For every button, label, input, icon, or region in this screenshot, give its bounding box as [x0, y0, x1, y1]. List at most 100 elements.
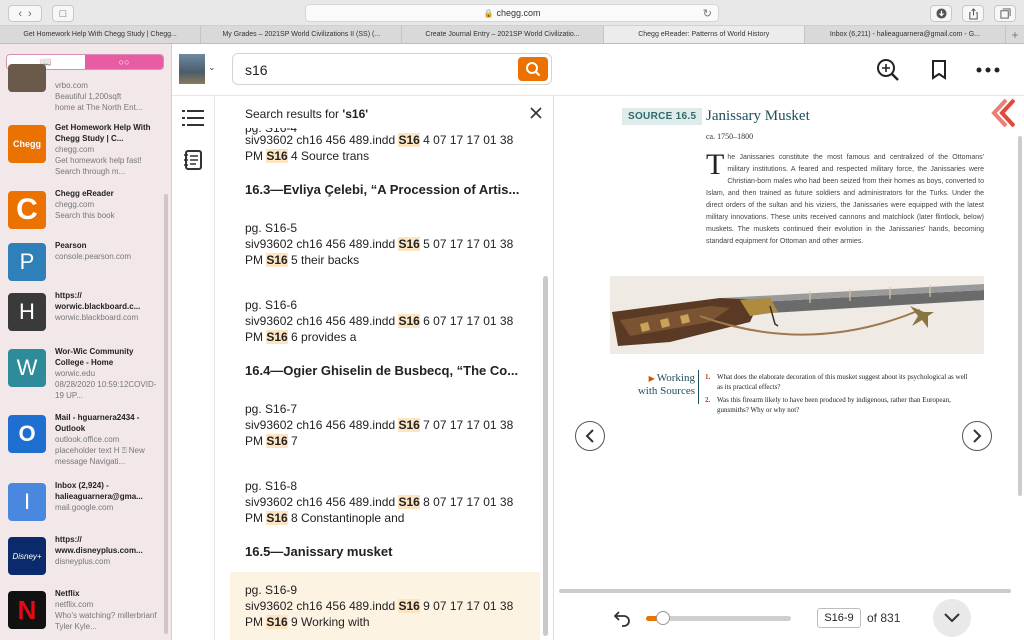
share-button[interactable]: [962, 5, 984, 22]
tabs-overview-button[interactable]: [994, 5, 1016, 22]
tab-gmail-inbox[interactable]: Inbox (6,211) - halieaguarnera@gmail.com…: [805, 26, 1007, 43]
result-item[interactable]: pg. S16-6 siv93602 ch16 456 489.indd S16…: [245, 297, 535, 345]
source-date: ca. 1750–1800: [706, 132, 754, 141]
result-text-part: 7 07 17 17 01 38: [419, 418, 514, 432]
search-input[interactable]: [245, 61, 495, 79]
reload-icon[interactable]: ↻: [703, 7, 712, 20]
reading-list-tab[interactable]: ○○: [85, 55, 163, 69]
result-text: siv93602 ch16 456 489.indd S16 9 07 17 1…: [245, 598, 525, 614]
reading-list-item-chegg-study[interactable]: Chegg Get Homework Help With Chegg Study…: [8, 122, 162, 182]
results-scrollbar[interactable]: [543, 276, 548, 636]
result-highlight: S16: [266, 253, 288, 267]
result-item[interactable]: pg. S16-5 siv93602 ch16 456 489.indd S16…: [245, 220, 535, 268]
heading-prefix: Search results for: [245, 107, 343, 121]
reading-list-item-chegg-ereader[interactable]: C Chegg eReader chegg.com Search this bo…: [8, 188, 162, 248]
page-vertical-scrollbar[interactable]: [1018, 136, 1022, 496]
forward-icon[interactable]: ›: [28, 8, 32, 20]
item-title: Chegg eReader: [55, 189, 114, 198]
scroll-down-button[interactable]: [933, 599, 971, 637]
item-desc: Who's watching? millerbrianf Tyler Kyle.…: [55, 611, 157, 631]
result-section-heading[interactable]: 16.3—Evliya Çelebi, “A Procession of Art…: [245, 182, 535, 197]
go-back-button[interactable]: [613, 609, 631, 627]
tab-my-grades[interactable]: My Grades – 2021SP World Civilizations I…: [201, 26, 403, 43]
worwic-w-icon: W: [8, 349, 46, 387]
wws-line-1: ▶ Working: [625, 372, 695, 385]
reading-list-item-vrbo[interactable]: vrbo.com Beautiful 1,200sqft home at The…: [8, 64, 162, 116]
reading-list-item-blackboard[interactable]: H https:// worwic.blackboard.c... worwic…: [8, 290, 162, 350]
item-url: disneyplus.com: [55, 557, 111, 566]
glasses-icon: ○○: [118, 57, 130, 67]
book-cover-thumbnail[interactable]: [179, 54, 205, 84]
result-text-part: 5 07 17 17 01 38: [419, 237, 514, 251]
item-desc: Search this book: [55, 211, 115, 220]
sidebar-icon: □: [59, 7, 67, 20]
page-horizontal-scrollbar[interactable]: [559, 589, 1011, 593]
reading-list-item-outlook[interactable]: O Mail - hguarnera2434 - Outlook outlook…: [8, 412, 162, 476]
previous-page-button[interactable]: [575, 421, 605, 451]
bookmark-button[interactable]: [927, 58, 951, 82]
undo-arrow-icon: [613, 611, 630, 627]
back-icon[interactable]: ‹: [18, 8, 22, 20]
item-url: worwic.blackboard.com: [55, 313, 139, 322]
tab-chegg-ereader[interactable]: Chegg eReader: Patterns of World History: [603, 26, 805, 43]
result-text-part: 9 Working with: [287, 615, 370, 629]
item-desc: placeholder text H ⍰ New message Navigat…: [55, 446, 145, 466]
progress-knob[interactable]: [656, 611, 671, 625]
page-number-input[interactable]: S16-9: [817, 608, 861, 628]
source-title: Janissary Musket: [706, 108, 810, 124]
reading-list-item-disneyplus[interactable]: Disney+ https:// www.disneyplus.com... d…: [8, 534, 162, 594]
musket-image: [610, 276, 984, 354]
result-item[interactable]: pg. S16-7 siv93602 ch16 456 489.indd S16…: [245, 401, 535, 449]
result-text: siv93602 ch16 456 489.indd S16 7 07 17 1…: [245, 417, 535, 433]
tab-chegg-study[interactable]: Get Homework Help With Chegg Study | Che…: [0, 26, 202, 43]
musket-illustration: [610, 276, 984, 354]
reading-list-item-worwic[interactable]: W Wor-Wic Community College - Home worwi…: [8, 346, 162, 410]
address-url: chegg.com: [496, 8, 541, 18]
table-of-contents-button[interactable]: [182, 108, 204, 130]
result-item-selected[interactable]: pg. S16-9 siv93602 ch16 456 489.indd S16…: [230, 572, 540, 640]
result-highlight: S16: [398, 599, 420, 613]
item-desc: 08/28/2020 10:59:12COVID-19 UP...: [55, 380, 157, 400]
search-button[interactable]: [518, 57, 548, 81]
bookmark-icon: [932, 60, 946, 80]
result-text: PM S16 8 Constantinople and: [245, 510, 535, 526]
result-item[interactable]: pg. S16-8 siv93602 ch16 456 489.indd S16…: [245, 478, 535, 526]
source-body-text: he Janissaries constitute the most famou…: [706, 154, 984, 245]
chevron-left-icon: [585, 429, 594, 443]
vrbo-thumbnail: [8, 64, 46, 92]
new-tab-button[interactable]: +: [1006, 26, 1024, 43]
sidebar-scrollbar[interactable]: [164, 194, 168, 634]
item-desc-2: home at The North Ent...: [55, 103, 143, 112]
result-page: pg. S16-9: [245, 583, 298, 597]
question-number: 1.: [705, 373, 711, 381]
reading-list-item-netflix[interactable]: N Netflix netflix.com Who's watching? mi…: [8, 588, 162, 640]
address-bar[interactable]: 🔒 chegg.com ↻: [305, 4, 719, 22]
reading-list-item-gmail[interactable]: I Inbox (2,924) - halieaguarnera@gma... …: [8, 480, 162, 540]
more-options-button[interactable]: [976, 58, 1000, 82]
sidebar-toggle-button[interactable]: □: [52, 5, 74, 22]
tab-journal-entry[interactable]: Create Journal Entry – 2021SP World Civi…: [402, 26, 604, 43]
browser-toolbar: ‹ › □ 🔒 chegg.com ↻: [0, 0, 1024, 26]
question-number: 2.: [705, 396, 711, 404]
result-section-heading[interactable]: 16.4—Ogier Ghiselin de Busbecq, “The Co.…: [245, 363, 535, 378]
item-title: Wor-Wic Community College - Home: [55, 347, 134, 367]
chevron-down-icon[interactable]: ⌄: [208, 62, 216, 73]
result-section-heading[interactable]: 16.5—Janissary musket: [245, 544, 535, 559]
result-highlight: S16: [266, 615, 288, 629]
notes-button[interactable]: [182, 149, 204, 171]
result-item[interactable]: siv93602 ch16 456 489.indd S16 4 07 17 1…: [245, 132, 535, 164]
wws-line-1-text: Working: [656, 372, 695, 384]
question-text: What does the elaborate decoration of th…: [717, 373, 968, 391]
downloads-button[interactable]: [930, 5, 952, 22]
zoom-button[interactable]: [876, 58, 900, 82]
netflix-n-icon: N: [8, 591, 46, 629]
close-results-button[interactable]: [529, 106, 543, 120]
item-title: Pearson: [55, 241, 87, 250]
back-forward-buttons[interactable]: ‹ ›: [8, 5, 42, 22]
next-page-button[interactable]: [962, 421, 992, 451]
more-dots-icon: [976, 67, 1000, 73]
item-url: netflix.com: [55, 600, 94, 609]
item-title: Netflix: [55, 589, 80, 598]
page-progress-slider[interactable]: [646, 611, 791, 625]
share-icon: [968, 7, 978, 20]
